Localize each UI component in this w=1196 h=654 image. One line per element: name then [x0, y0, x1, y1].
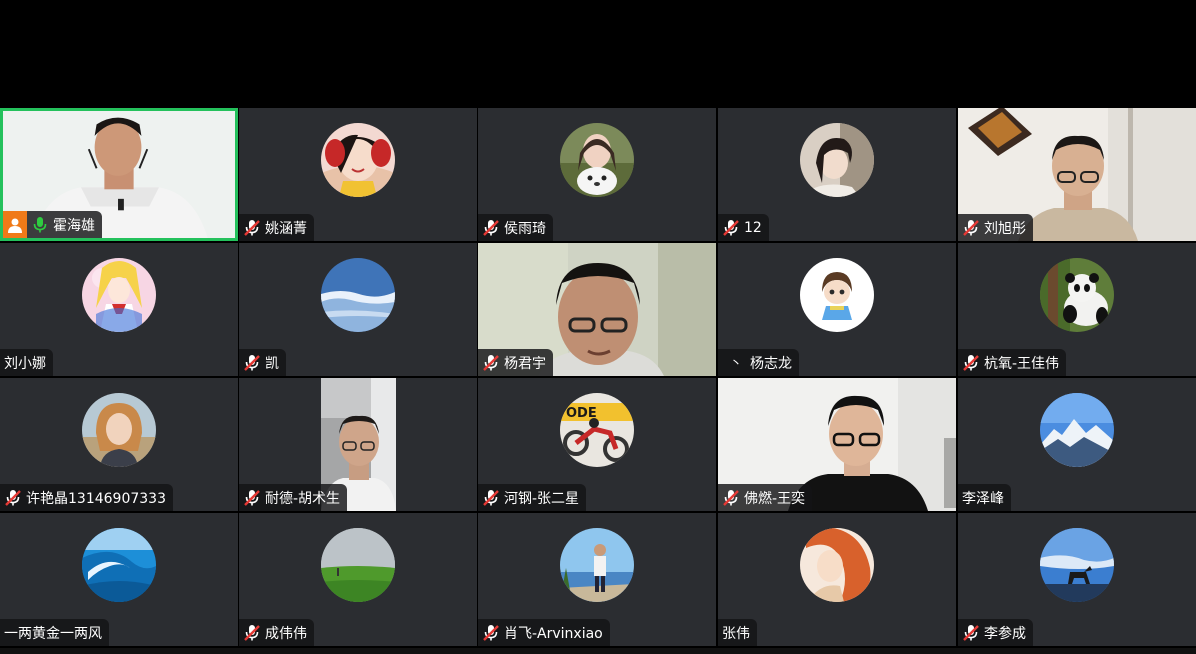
name-label: 侯雨琦	[478, 214, 553, 241]
name-label: 张伟	[718, 619, 757, 646]
name-label: 李泽峰	[958, 484, 1011, 511]
participant-avatar	[82, 528, 156, 602]
participant-avatar	[321, 123, 395, 197]
participant-name: 一两黄金一两风	[4, 625, 102, 642]
participant-tile[interactable]: 佛燃-王奕	[718, 378, 956, 511]
mic-muted-icon[interactable]	[482, 219, 500, 237]
bottom-bar	[0, 648, 1196, 654]
participant-name: 成伟伟	[265, 625, 307, 642]
participant-tile[interactable]: 李参成	[958, 513, 1196, 646]
name-label: 杨君宇	[478, 349, 553, 376]
participant-tile[interactable]: 一两黄金一两风	[0, 513, 238, 646]
mic-muted-icon[interactable]	[243, 219, 261, 237]
participant-name: 许艳晶13146907333	[26, 490, 166, 507]
participant-avatar	[82, 258, 156, 332]
participant-tile[interactable]: 许艳晶13146907333	[0, 378, 238, 511]
name-label: 许艳晶13146907333	[0, 484, 173, 511]
name-label: 成伟伟	[239, 619, 314, 646]
name-label: 凯	[239, 349, 286, 376]
participant-avatar	[321, 258, 395, 332]
participant-tile[interactable]: ODE 河钢-张二星	[478, 378, 716, 511]
participant-avatar: ODE	[560, 393, 634, 467]
mic-muted-icon[interactable]	[962, 219, 980, 237]
participant-name: 12	[744, 219, 762, 236]
participant-tile[interactable]: 张伟	[718, 513, 956, 646]
mic-muted-icon[interactable]	[722, 489, 740, 507]
participant-tile[interactable]: 杨君宇	[478, 243, 716, 376]
participant-tile[interactable]: 姚涵菁	[239, 108, 477, 241]
participant-avatar	[560, 123, 634, 197]
name-label: 霍海雄	[3, 211, 102, 238]
participant-name: 凯	[265, 355, 279, 372]
mic-muted-icon[interactable]	[482, 489, 500, 507]
participant-name: 佛燃-王奕	[744, 490, 806, 507]
name-label: 刘小娜	[0, 349, 53, 376]
name-label: 耐德-胡术生	[239, 484, 348, 511]
mic-muted-icon[interactable]	[4, 489, 22, 507]
host-user-icon	[3, 211, 27, 238]
mic-muted-icon[interactable]	[722, 219, 740, 237]
participant-name: 侯雨琦	[504, 220, 546, 237]
participant-name: 霍海雄	[53, 217, 95, 234]
participant-avatar	[800, 258, 874, 332]
name-label: 12	[718, 214, 769, 241]
participant-avatar	[800, 123, 874, 197]
participant-avatar	[800, 528, 874, 602]
participant-name: 刘小娜	[4, 355, 46, 372]
participant-tile[interactable]: 刘旭彤	[958, 108, 1196, 241]
participant-tile[interactable]: 成伟伟	[239, 513, 477, 646]
participant-name: 杨君宇	[504, 355, 546, 372]
mic-muted-icon[interactable]	[243, 624, 261, 642]
participant-tile[interactable]: 耐德-胡术生	[239, 378, 477, 511]
mic-muted-icon[interactable]	[482, 624, 500, 642]
participant-tile[interactable]: 杭氧-王佳伟	[958, 243, 1196, 376]
mic-on-icon[interactable]	[31, 216, 49, 234]
mic-muted-icon[interactable]	[243, 489, 261, 507]
name-label: 姚涵菁	[239, 214, 314, 241]
participant-tile[interactable]: 丶杨志龙	[718, 243, 956, 376]
participant-name: 李参成	[984, 625, 1026, 642]
participant-tile[interactable]: 李泽峰	[958, 378, 1196, 511]
participant-grid: 霍海雄 姚涵菁 侯雨琦 12 刘旭彤刘小娜 凯 杨君宇 丶杨志龙 杭氧-王佳伟许艳晶131469…	[0, 108, 1196, 648]
mic-muted-icon[interactable]	[482, 354, 500, 372]
name-label: 肖飞-Arvinxiao	[478, 619, 610, 646]
participant-avatar	[1040, 528, 1114, 602]
participant-name: 姚涵菁	[265, 220, 307, 237]
participant-name: 刘旭彤	[984, 220, 1026, 237]
participant-tile[interactable]: 霍海雄	[0, 108, 238, 241]
mic-muted-icon[interactable]	[243, 354, 261, 372]
name-label: 刘旭彤	[958, 214, 1033, 241]
name-label: 杭氧-王佳伟	[958, 349, 1067, 376]
status-dot-icon: 丶	[730, 356, 743, 370]
name-label: 佛燃-王奕	[718, 484, 813, 511]
name-label: 丶杨志龙	[718, 349, 800, 376]
participant-avatar	[1040, 393, 1114, 467]
participant-name: 肖飞-Arvinxiao	[504, 625, 603, 642]
participant-avatar	[560, 528, 634, 602]
participant-tile[interactable]: 凯	[239, 243, 477, 376]
participant-name: 杭氧-王佳伟	[984, 355, 1060, 372]
name-label: 一两黄金一两风	[0, 619, 109, 646]
participant-name: 张伟	[722, 625, 750, 642]
participant-tile[interactable]: 侯雨琦	[478, 108, 716, 241]
name-label: 河钢-张二星	[478, 484, 587, 511]
participant-name: 杨志龙	[750, 355, 793, 372]
mic-muted-icon[interactable]	[962, 624, 980, 642]
participant-name: 河钢-张二星	[504, 490, 580, 507]
mic-muted-icon[interactable]	[962, 354, 980, 372]
participant-avatar	[1040, 258, 1114, 332]
participant-avatar	[82, 393, 156, 467]
participant-name: 李泽峰	[962, 490, 1004, 507]
participant-tile[interactable]: 12	[718, 108, 956, 241]
name-label: 李参成	[958, 619, 1033, 646]
participant-avatar	[321, 528, 395, 602]
participant-tile[interactable]: 肖飞-Arvinxiao	[478, 513, 716, 646]
participant-tile[interactable]: 刘小娜	[0, 243, 238, 376]
participant-name: 耐德-胡术生	[265, 490, 341, 507]
